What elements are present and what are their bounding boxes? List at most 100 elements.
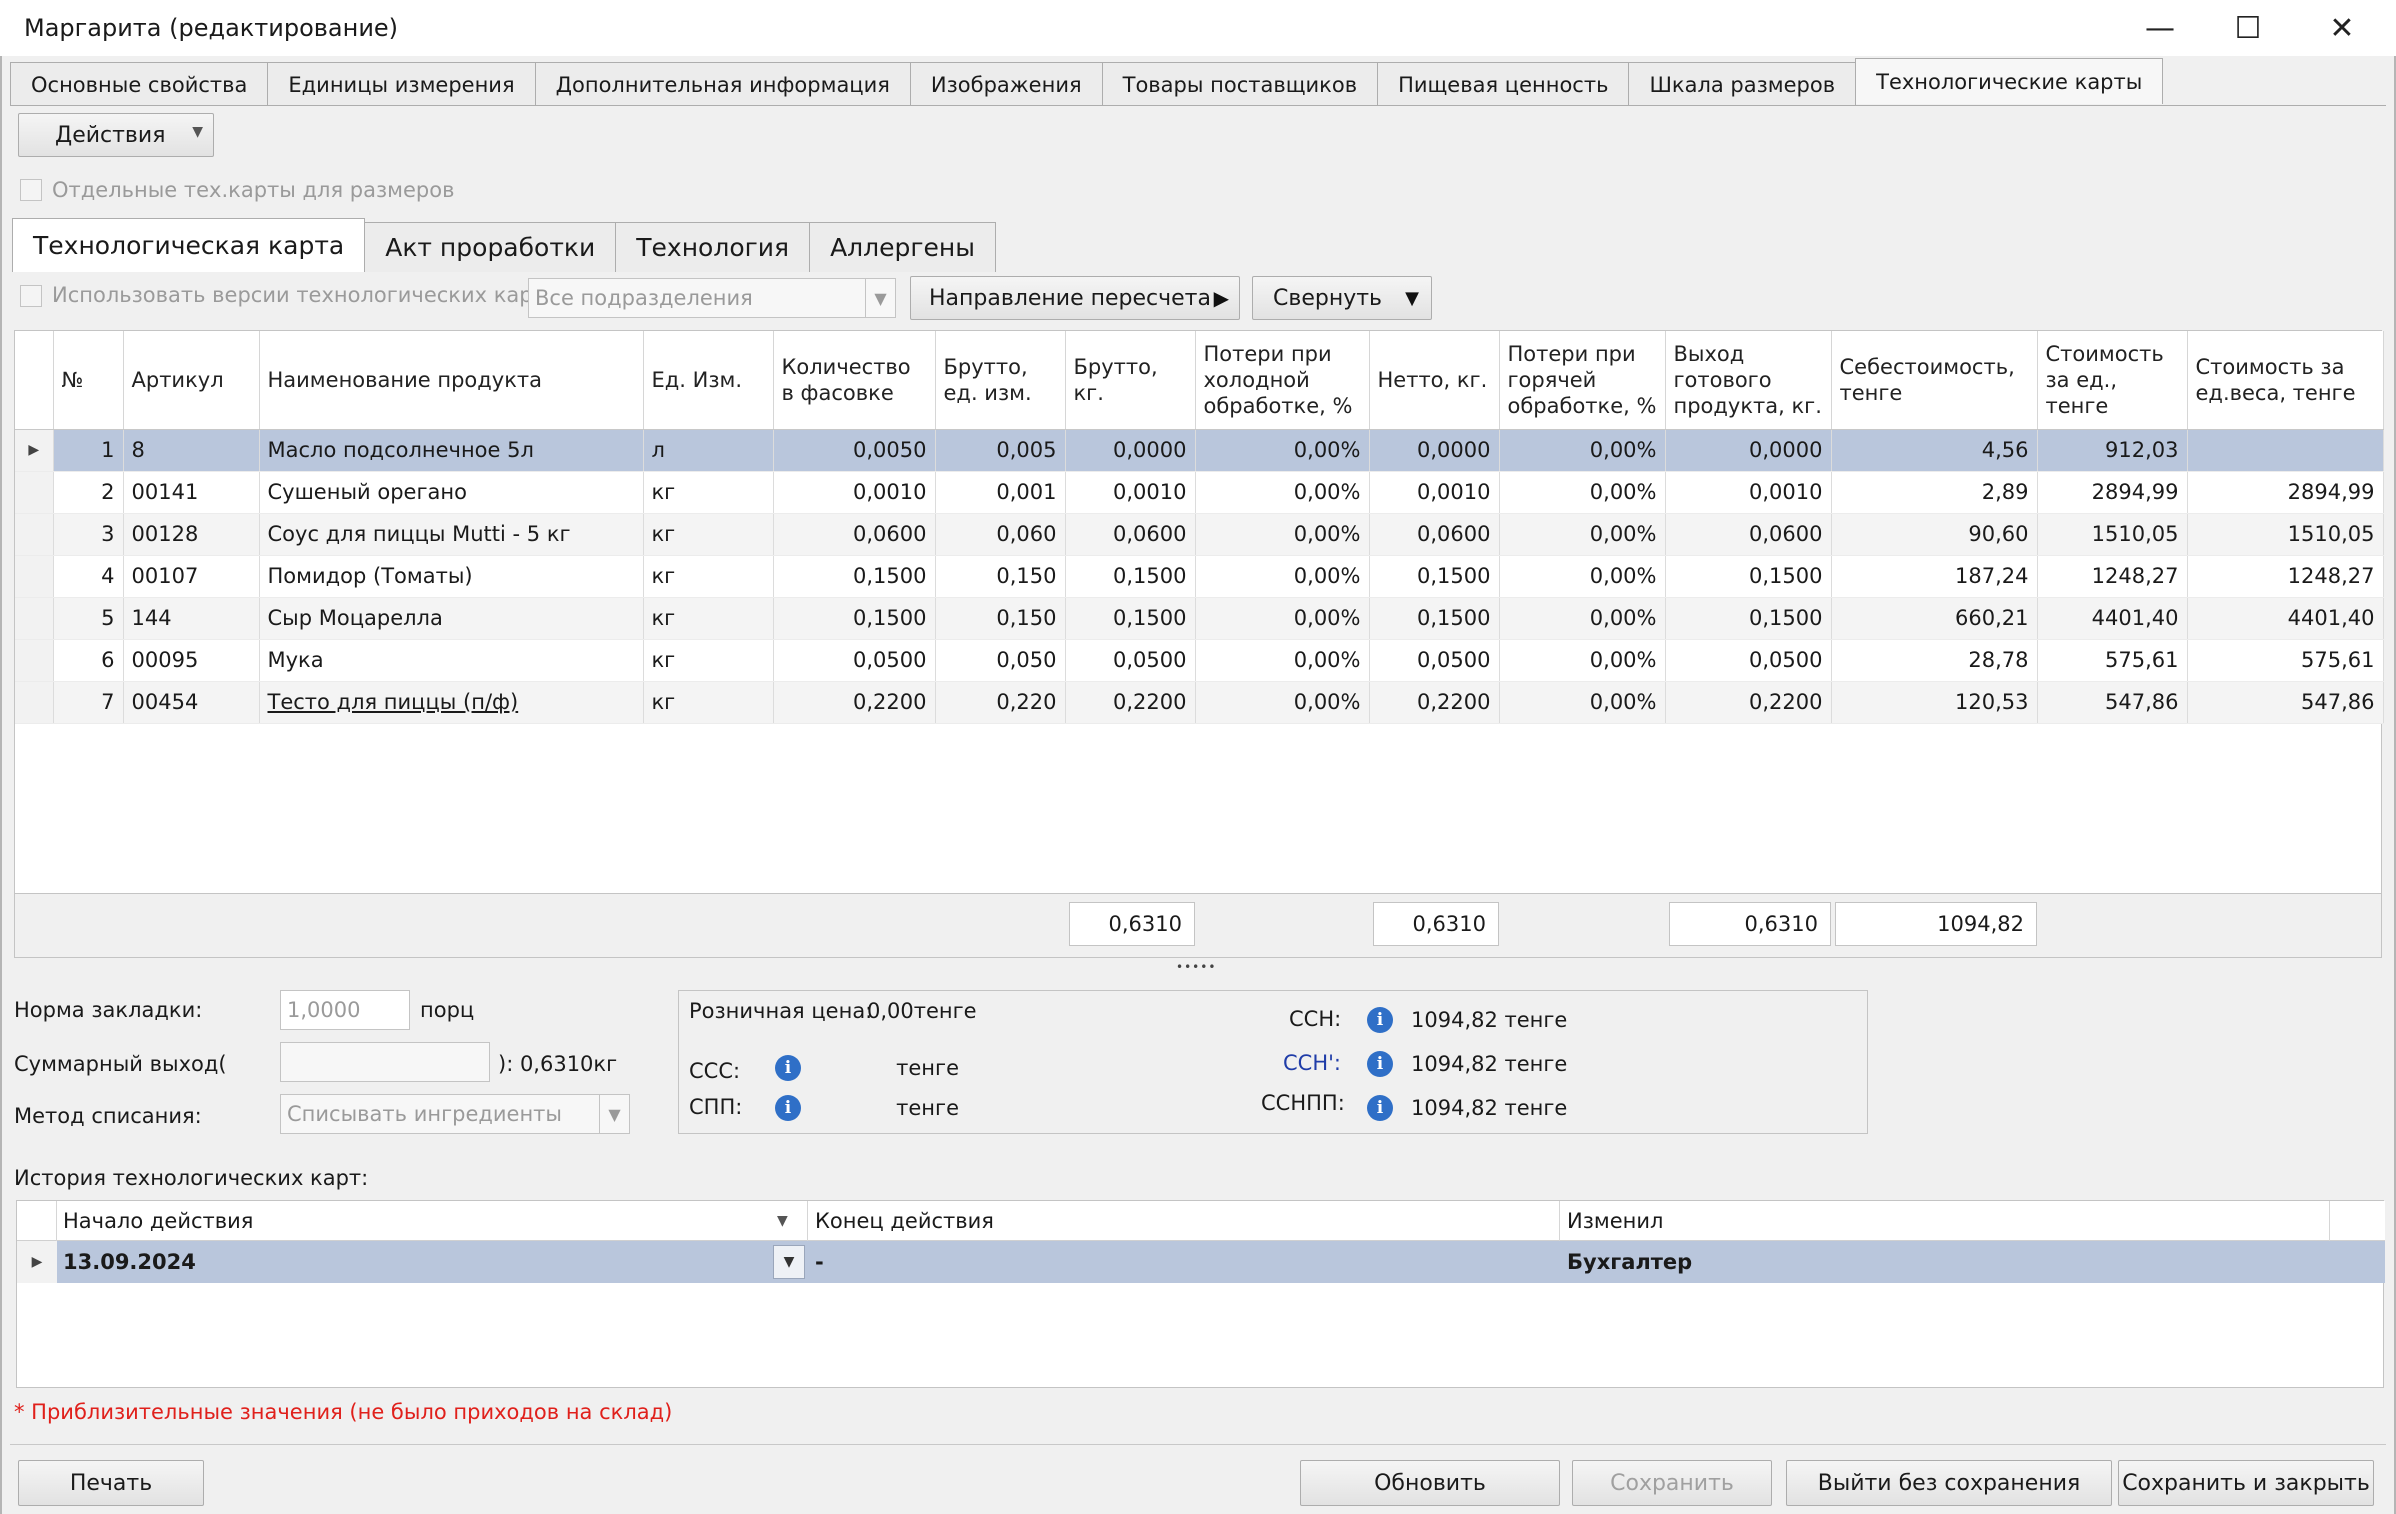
tab-allergens[interactable]: Аллергены xyxy=(809,222,996,272)
sort-down-icon[interactable]: ▼ xyxy=(777,1213,788,1229)
cell-number: 5 xyxy=(53,597,124,640)
cell-article: 00128 xyxy=(123,513,260,556)
cell-pack-qty: 0,2200 xyxy=(773,681,936,724)
refresh-button[interactable]: Обновить xyxy=(1300,1460,1560,1506)
ssnpp-label: ССНПП: xyxy=(1261,1091,1345,1115)
method-select[interactable]: Списывать ингредиенты ▼ xyxy=(280,1094,630,1134)
header-cold-loss[interactable]: Потери при холодной обработке, % xyxy=(1195,331,1370,430)
norm-input[interactable]: 1,0000 xyxy=(280,990,410,1030)
cell-unit-cost: 547,86 xyxy=(2037,681,2188,724)
product-link[interactable]: Тесто для пиццы (п/ф) xyxy=(268,690,519,714)
minimize-icon[interactable]: — xyxy=(2114,0,2206,56)
history-label: История технологических карт: xyxy=(14,1166,369,1190)
ssn2-value: 1094,82 тенге xyxy=(1401,1047,1567,1081)
norm-label: Норма закладки: xyxy=(14,998,203,1022)
close-icon[interactable]: ✕ xyxy=(2296,0,2388,56)
save-and-close-button[interactable]: Сохранить и закрыть xyxy=(2118,1460,2374,1506)
header-output[interactable]: Выход готового продукта, кг. xyxy=(1665,331,1832,430)
norm-unit: порц xyxy=(420,998,475,1022)
save-button[interactable]: Сохранить xyxy=(1572,1460,1772,1506)
actions-button[interactable]: Действия ▼ xyxy=(18,113,214,157)
history-header-start[interactable]: Начало действия xyxy=(63,1209,253,1233)
info-icon[interactable]: i xyxy=(775,1055,801,1081)
tab-images[interactable]: Изображения xyxy=(909,62,1103,106)
cell-weight-cost: 4401,40 xyxy=(2187,597,2384,640)
header-unit-cost[interactable]: Стоимость за ед., тенге xyxy=(2037,331,2188,430)
header-number[interactable]: № xyxy=(53,331,124,430)
info-icon[interactable]: i xyxy=(1367,1051,1393,1077)
maximize-icon[interactable]: ☐ xyxy=(2202,0,2294,56)
cell-netto-kg: 0,1500 xyxy=(1369,555,1500,598)
print-button[interactable]: Печать xyxy=(18,1460,204,1506)
use-versions-checkbox[interactable] xyxy=(20,285,42,307)
header-pack-qty[interactable]: Количество в фасовке xyxy=(773,331,936,430)
table-row[interactable]: 2 00141 Сушеный орегано кг 0,0010 0,001 … xyxy=(15,471,2384,514)
cell-hot-loss: 0,00% xyxy=(1499,639,1666,682)
header-unit[interactable]: Ед. Изм. xyxy=(643,331,774,430)
history-start-date[interactable]: 13.09.2024 xyxy=(63,1250,196,1274)
tab-units[interactable]: Единицы измерения xyxy=(267,62,536,106)
tab-supplier-goods[interactable]: Товары поставщиков xyxy=(1101,62,1379,106)
history-row[interactable]: ▶ 13.09.2024 ▼ - Бухгалтер xyxy=(17,1241,2385,1283)
table-row[interactable]: 5 144 Сыр Моцарелла кг 0,1500 0,150 0,15… xyxy=(15,597,2384,640)
cell-pack-qty: 0,0050 xyxy=(773,429,936,472)
cell-unit: кг xyxy=(643,555,774,598)
cell-weight-cost: 1510,05 xyxy=(2187,513,2384,556)
header-brutto-kg[interactable]: Брутто, кг. xyxy=(1065,331,1196,430)
separate-cards-checkbox[interactable] xyxy=(20,179,42,201)
tab-size-scale[interactable]: Шкала размеров xyxy=(1628,62,1857,106)
header-article[interactable]: Артикул xyxy=(123,331,260,430)
sum-output-input[interactable] xyxy=(280,1042,490,1082)
prices-group: Розничная цена: 0,00тенге ССС: i тенге С… xyxy=(678,990,1868,1134)
cell-pack-qty: 0,0010 xyxy=(773,471,936,514)
header-cost[interactable]: Себестоимость, тенге xyxy=(1831,331,2038,430)
cell-brutto-unit: 0,050 xyxy=(935,639,1066,682)
history-header-end[interactable]: Конец действия xyxy=(815,1209,994,1233)
table-row[interactable]: 6 00095 Мука кг 0,0500 0,050 0,0500 0,00… xyxy=(15,639,2384,682)
header-indicator xyxy=(15,331,54,430)
cell-unit-cost: 575,61 xyxy=(2037,639,2188,682)
cell-hot-loss: 0,00% xyxy=(1499,681,1666,724)
exit-without-save-button[interactable]: Выйти без сохранения xyxy=(1786,1460,2112,1506)
date-dropdown-icon[interactable]: ▼ xyxy=(773,1245,805,1279)
chevron-down-icon: ▼ xyxy=(192,124,203,140)
tab-tech-card[interactable]: Технологическая карта xyxy=(12,218,366,272)
tab-additional-info[interactable]: Дополнительная информация xyxy=(534,62,911,106)
table-row[interactable]: 7 00454 Тесто для пиццы (п/ф) кг 0,2200 … xyxy=(15,681,2384,724)
collapse-button[interactable]: Свернуть ▼ xyxy=(1252,276,1432,320)
header-brutto-unit[interactable]: Брутто, ед. изм. xyxy=(935,331,1066,430)
cell-netto-kg: 0,0500 xyxy=(1369,639,1500,682)
splitter-handle[interactable]: ••••• xyxy=(1176,960,1216,974)
separate-cards-label: Отдельные тех.карты для размеров xyxy=(52,178,455,202)
department-select[interactable]: Все подразделения ▼ xyxy=(528,278,896,318)
cell-output: 0,0500 xyxy=(1665,639,1832,682)
actions-label: Действия xyxy=(55,122,166,148)
info-icon[interactable]: i xyxy=(775,1095,801,1121)
tab-technology[interactable]: Технология xyxy=(615,222,811,272)
cell-hot-loss: 0,00% xyxy=(1499,555,1666,598)
cell-product-name[interactable]: Тесто для пиццы (п/ф) xyxy=(259,681,644,724)
tab-nutrition[interactable]: Пищевая ценность xyxy=(1377,62,1630,106)
info-icon[interactable]: i xyxy=(1367,1095,1393,1121)
header-product-name[interactable]: Наименование продукта xyxy=(259,331,644,430)
cell-cost: 28,78 xyxy=(1831,639,2038,682)
history-header-changed-by[interactable]: Изменил xyxy=(1567,1209,1663,1233)
recalc-direction-button[interactable]: Направление пересчета ▶ xyxy=(910,276,1240,320)
footer-divider xyxy=(10,1444,2386,1445)
window-title: Маргарита (редактирование) xyxy=(24,14,399,42)
header-hot-loss[interactable]: Потери при горячей обработке, % xyxy=(1499,331,1666,430)
tab-tech-cards[interactable]: Технологические карты xyxy=(1855,58,2164,104)
header-weight-cost[interactable]: Стоимость за ед.веса, тенге xyxy=(2187,331,2384,430)
table-row[interactable]: 3 00128 Соус для пиццы Mutti - 5 кг кг 0… xyxy=(15,513,2384,556)
header-netto-kg[interactable]: Нетто, кг. xyxy=(1369,331,1500,430)
table-row[interactable]: 4 00107 Помидор (Томаты) кг 0,1500 0,150… xyxy=(15,555,2384,598)
cell-output: 0,1500 xyxy=(1665,555,1832,598)
tab-basic-properties[interactable]: Основные свойства xyxy=(10,62,269,106)
info-icon[interactable]: i xyxy=(1367,1007,1393,1033)
table-row[interactable]: ▶ 1 8 Масло подсолнечное 5л л 0,0050 0,0… xyxy=(15,429,2384,472)
tab-elaboration-act[interactable]: Акт проработки xyxy=(364,222,617,272)
cell-article: 144 xyxy=(123,597,260,640)
cell-number: 1 xyxy=(53,429,124,472)
sum-output-label: Суммарный выход( xyxy=(14,1052,227,1076)
cell-brutto-kg: 0,0500 xyxy=(1065,639,1196,682)
